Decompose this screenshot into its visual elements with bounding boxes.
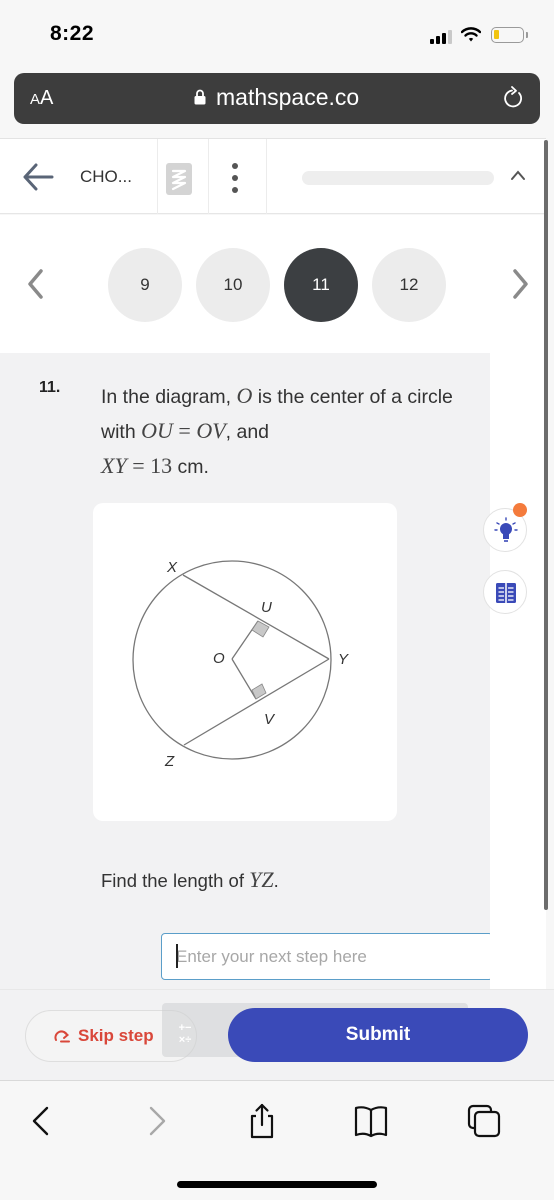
submit-button[interactable]: Submit <box>228 1008 528 1062</box>
question-12-button[interactable]: 12 <box>372 248 446 322</box>
question-11-button[interactable]: 11 <box>284 248 358 322</box>
more-vertical-icon[interactable] <box>230 163 240 193</box>
app-header: CHO... <box>0 138 546 214</box>
question-navigator: 9 10 11 12 <box>0 215 546 353</box>
question-10-button[interactable]: 10 <box>196 248 270 322</box>
back-chevron-icon[interactable] <box>24 1103 60 1139</box>
tools-panel <box>490 353 546 989</box>
header-divider <box>157 139 158 214</box>
chevron-right-icon[interactable] <box>512 268 530 300</box>
tabs-icon[interactable] <box>466 1103 502 1139</box>
share-icon[interactable] <box>244 1103 280 1139</box>
worked-example-button[interactable] <box>483 570 527 614</box>
scrollbar[interactable] <box>544 140 548 910</box>
label-z: Z <box>164 753 175 770</box>
label-v: V <box>264 711 276 728</box>
text-caret <box>176 944 178 968</box>
wifi-icon <box>461 27 481 42</box>
mathspace-logo-icon[interactable] <box>166 163 192 195</box>
question-text: In the diagram, O is the center of a cir… <box>101 383 453 478</box>
label-o: O <box>213 650 225 667</box>
header-divider <box>266 139 267 214</box>
arrow-left-icon[interactable] <box>22 163 54 191</box>
forward-chevron-icon[interactable] <box>138 1103 174 1139</box>
reload-icon[interactable] <box>502 86 526 110</box>
bookmarks-book-icon[interactable] <box>353 1103 389 1139</box>
chevron-left-icon[interactable] <box>26 268 44 300</box>
question-prompt: Find the length of YZ. <box>101 867 279 892</box>
progress-bar <box>302 171 494 185</box>
status-time: 8:22 <box>50 22 95 45</box>
book-icon <box>496 583 516 603</box>
diagram-card: X U O Y V Z <box>93 503 397 821</box>
question-number: 11. <box>39 379 61 396</box>
skip-arrow-icon <box>54 1030 70 1043</box>
hint-notification-badge <box>513 503 527 517</box>
circle-diagram: X U O Y V Z <box>132 559 349 770</box>
question-9-button[interactable]: 9 <box>108 248 182 322</box>
lock-icon <box>194 89 206 105</box>
label-x: X <box>166 559 178 576</box>
home-indicator[interactable] <box>177 1181 377 1188</box>
segment-ov <box>231 658 257 700</box>
browser-address-bar[interactable]: AA mathspace.co <box>14 73 540 124</box>
url-text[interactable]: mathspace.co <box>216 84 359 111</box>
status-bar: 8:22 <box>0 0 554 70</box>
label-y: Y <box>338 651 349 668</box>
chevron-up-icon[interactable] <box>510 169 526 181</box>
header-divider <box>208 139 209 214</box>
browser-toolbar <box>0 1081 554 1200</box>
chord-xy <box>182 574 330 660</box>
math-keypad-icon[interactable]: +− ×÷ <box>171 1022 199 1050</box>
cellular-signal-icon <box>430 30 452 44</box>
chord-zy <box>183 658 330 746</box>
battery-low-icon <box>491 27 528 43</box>
answer-input[interactable] <box>161 933 493 980</box>
action-bar: Skip step +− ×÷ Submit <box>0 989 554 1081</box>
text-size-button[interactable]: AA <box>30 87 53 110</box>
skip-step-label: Skip step <box>78 1026 154 1045</box>
math-var: O <box>236 383 253 408</box>
course-title[interactable]: CHO... <box>80 167 132 187</box>
question-content: 11. In the diagram, O is the center of a… <box>0 353 493 989</box>
label-u: U <box>261 599 272 616</box>
